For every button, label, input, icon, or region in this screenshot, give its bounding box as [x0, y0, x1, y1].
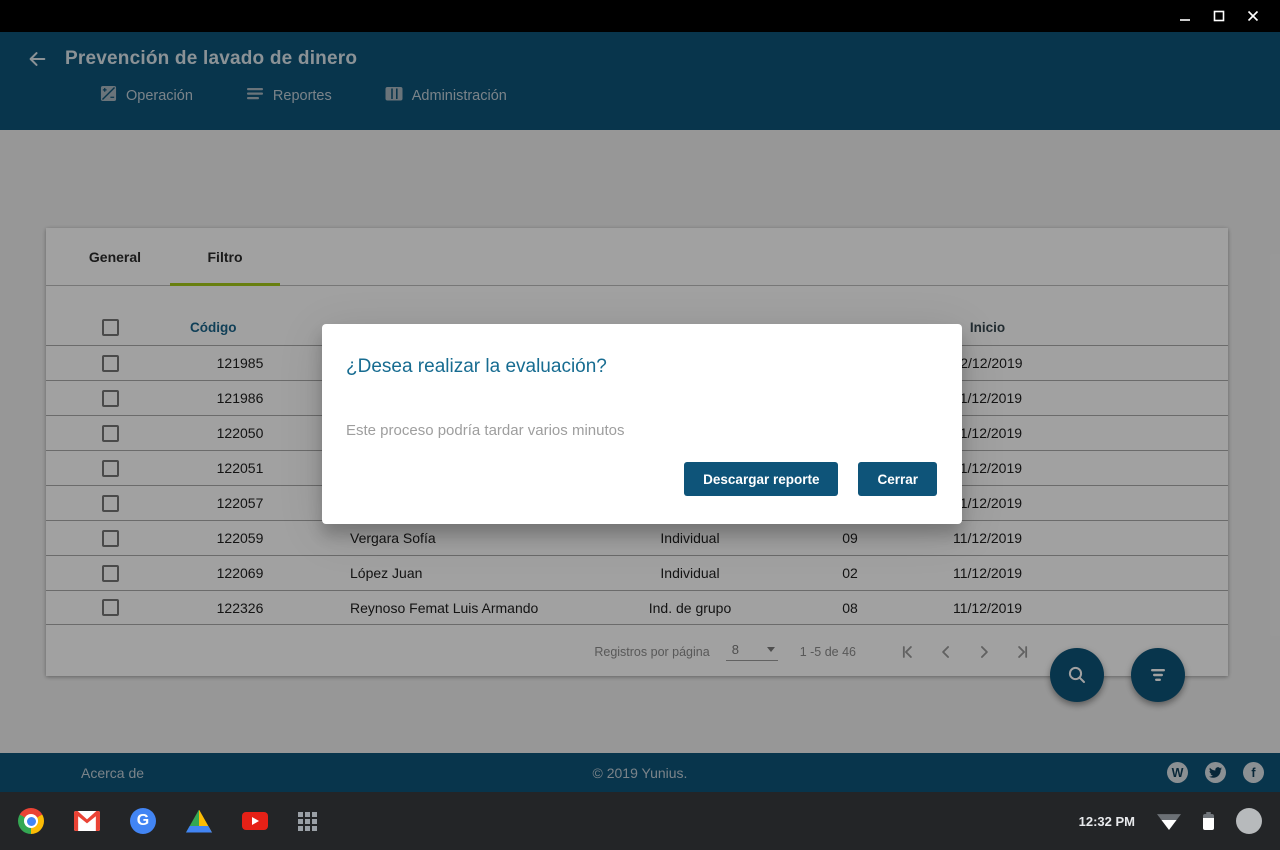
- download-report-button[interactable]: Descargar reporte: [684, 462, 838, 496]
- wifi-icon: [1157, 812, 1181, 830]
- gmail-icon[interactable]: [74, 811, 100, 831]
- window-titlebar: [0, 0, 1280, 32]
- dialog-actions: Descargar reporte Cerrar: [684, 462, 937, 496]
- evaluation-dialog: ¿Desea realizar la evaluación? Este proc…: [322, 324, 962, 524]
- close-dialog-button[interactable]: Cerrar: [858, 462, 937, 496]
- avatar[interactable]: [1236, 808, 1262, 834]
- shelf-apps: [0, 808, 317, 834]
- os-shelf: 12:32 PM: [0, 792, 1280, 850]
- chrome-icon[interactable]: [18, 808, 44, 834]
- minimize-icon[interactable]: [1168, 2, 1202, 30]
- drive-icon[interactable]: [186, 810, 212, 833]
- battery-icon: [1203, 814, 1214, 830]
- apps-grid-icon[interactable]: [298, 812, 317, 831]
- youtube-icon[interactable]: [242, 812, 268, 830]
- dialog-message: Este proceso podría tardar varios minuto…: [346, 422, 938, 439]
- shelf-status-area[interactable]: 12:32 PM: [1079, 808, 1280, 834]
- maximize-icon[interactable]: [1202, 2, 1236, 30]
- google-icon[interactable]: [130, 808, 156, 834]
- dialog-title: ¿Desea realizar la evaluación?: [346, 356, 938, 378]
- close-icon[interactable]: [1236, 2, 1270, 30]
- clock: 12:32 PM: [1079, 814, 1135, 829]
